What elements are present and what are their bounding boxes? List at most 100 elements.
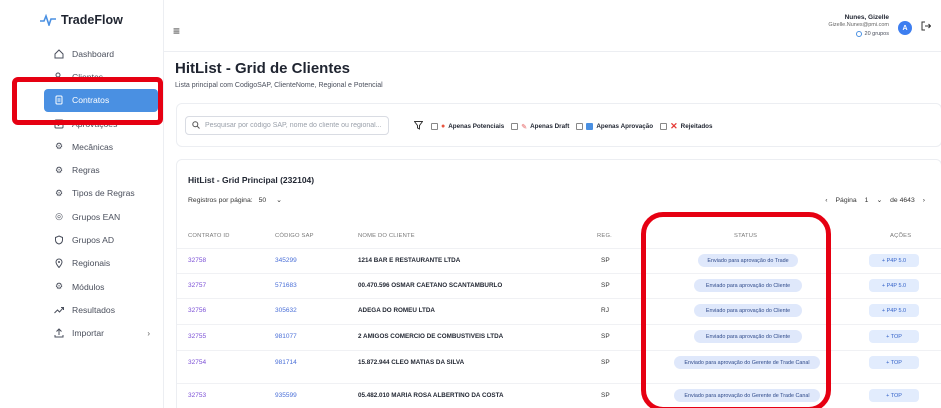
grid-title: HitList - Grid Principal (232104) bbox=[188, 175, 315, 185]
checkbox[interactable] bbox=[576, 123, 584, 130]
region: SP bbox=[601, 392, 610, 399]
contract-id-link[interactable]: 32754 bbox=[188, 359, 206, 366]
filter-apenas-potenciais[interactable]: ● Apenas Potenciais bbox=[431, 123, 504, 130]
chevron-down-icon: ⌄ bbox=[876, 197, 883, 204]
column-header[interactable]: AÇÕES bbox=[890, 233, 911, 239]
app-logo[interactable]: TradeFlow bbox=[40, 13, 123, 27]
checkbox[interactable] bbox=[431, 123, 438, 130]
sap-code-link[interactable]: 571683 bbox=[275, 282, 297, 289]
chevron-right-icon: › bbox=[147, 328, 150, 338]
sidebar-item-grupos-ad[interactable]: Grupos AD bbox=[44, 228, 158, 251]
pulse-icon bbox=[40, 14, 56, 26]
sap-code-link[interactable]: 935599 bbox=[275, 392, 297, 399]
sidebar-item-label: Resultados bbox=[72, 304, 115, 315]
sidebar: TradeFlow Dashboard Clientes Contratos A… bbox=[0, 0, 164, 408]
region: SP bbox=[601, 282, 610, 289]
search-box[interactable] bbox=[185, 116, 389, 135]
gear-icon: ⚙ bbox=[54, 187, 64, 198]
action-button[interactable]: + P4P 5.0 bbox=[869, 279, 919, 292]
checkbox[interactable] bbox=[511, 123, 519, 130]
app-name: TradeFlow bbox=[61, 13, 123, 27]
contract-id-link[interactable]: 32755 bbox=[188, 333, 206, 340]
highlight-annotation-contratos bbox=[12, 77, 163, 125]
highlight-annotation-status bbox=[641, 212, 831, 408]
sidebar-item-regionais[interactable]: Regionais bbox=[44, 252, 158, 275]
per-page-label: Registros por página: bbox=[188, 196, 253, 204]
prev-page-button[interactable]: ‹ bbox=[825, 197, 827, 204]
sidebar-item-mecanicas[interactable]: ⚙ Mecânicas bbox=[44, 135, 158, 158]
client-name: 15.872.944 CLEO MATIAS DA SILVA bbox=[358, 359, 465, 366]
client-name: 00.470.596 OSMAR CAETANO SCANTAMBURLO bbox=[358, 282, 503, 289]
client-name: 2 AMIGOS COMERCIO DE COMBUSTIVEIS LTDA bbox=[358, 333, 504, 340]
search-icon bbox=[192, 120, 200, 131]
home-icon bbox=[54, 48, 64, 59]
column-header[interactable]: CÓDIGO SAP bbox=[275, 233, 314, 239]
sap-code-link[interactable]: 345299 bbox=[275, 257, 297, 264]
sap-code-link[interactable]: 981714 bbox=[275, 359, 297, 366]
action-button[interactable]: + P4P 5.0 bbox=[869, 254, 919, 267]
action-button[interactable]: + TOP bbox=[869, 356, 919, 369]
column-header[interactable]: REG. bbox=[597, 233, 612, 239]
sidebar-item-tipos-de-regras[interactable]: ⚙ Tipos de Regras bbox=[44, 182, 158, 205]
sidebar-item-label: Tipos de Regras bbox=[72, 188, 135, 199]
sidebar-item-label: Regionais bbox=[72, 258, 111, 269]
per-page-control: Registros por página: 50 ⌄ bbox=[188, 196, 282, 205]
sidebar-item-importar[interactable]: Importar › bbox=[44, 322, 158, 345]
page-select[interactable]: 1 ⌄ bbox=[865, 196, 883, 205]
fire-icon: ● bbox=[441, 123, 446, 130]
gear-icon: ⚙ bbox=[54, 281, 64, 292]
filter-panel: ● Apenas Potenciais ✎ Apenas Draft Apena… bbox=[176, 103, 941, 147]
menu-icon[interactable]: ≡ bbox=[173, 24, 180, 38]
action-button[interactable]: + P4P 5.0 bbox=[869, 304, 919, 317]
sidebar-item-label: Grupos EAN bbox=[72, 211, 121, 222]
avatar[interactable]: A bbox=[898, 21, 912, 35]
location-icon bbox=[54, 258, 64, 269]
region: SP bbox=[601, 257, 610, 264]
action-button[interactable]: + TOP bbox=[869, 389, 919, 402]
sidebar-item-dashboard[interactable]: Dashboard bbox=[44, 42, 158, 65]
region: RJ bbox=[601, 307, 609, 314]
user-email: Gizelle.Nunes@pmi.com bbox=[828, 22, 889, 28]
filter-apenas-aprovacao[interactable]: Apenas Aprovação bbox=[576, 123, 653, 130]
sidebar-item-resultados[interactable]: Resultados bbox=[44, 298, 158, 321]
region: SP bbox=[601, 359, 610, 366]
filter-rejeitados[interactable]: ✕ Rejeitados bbox=[660, 121, 713, 132]
user-name: Nunes, Gizelle bbox=[844, 14, 889, 21]
filter-apenas-draft[interactable]: ✎ Apenas Draft bbox=[511, 123, 569, 131]
sap-code-link[interactable]: 981077 bbox=[275, 333, 297, 340]
checkbox[interactable] bbox=[660, 123, 668, 130]
client-name: 1214 BAR E RESTAURANTE LTDA bbox=[358, 257, 461, 264]
page-subtitle: Lista principal com CodigoSAP, ClienteNo… bbox=[175, 82, 383, 89]
page-label: Página bbox=[835, 196, 857, 204]
search-input[interactable] bbox=[205, 122, 385, 129]
sidebar-item-label: Mecânicas bbox=[72, 141, 114, 152]
column-header[interactable]: NOME DO CLIENTE bbox=[358, 233, 415, 239]
contract-id-link[interactable]: 32756 bbox=[188, 307, 206, 314]
user-groups-label: 20 grupos bbox=[864, 31, 889, 37]
filter-label: Apenas Aprovação bbox=[596, 123, 654, 130]
filter-icon[interactable] bbox=[413, 121, 424, 132]
region: SP bbox=[601, 333, 610, 340]
sidebar-item-regras[interactable]: ⚙ Regras bbox=[44, 158, 158, 181]
next-page-button[interactable]: › bbox=[923, 197, 925, 204]
action-button[interactable]: + TOP bbox=[869, 330, 919, 343]
sidebar-item-grupos-ean[interactable]: ◎ Grupos EAN bbox=[44, 205, 158, 228]
groups-icon bbox=[855, 31, 862, 37]
user-groups[interactable]: 20 grupos bbox=[828, 31, 889, 37]
sap-code-link[interactable]: 305632 bbox=[275, 307, 297, 314]
per-page-select[interactable]: 50 ⌄ bbox=[259, 196, 282, 205]
contract-id-link[interactable]: 32758 bbox=[188, 257, 206, 264]
gear-icon: ⚙ bbox=[54, 164, 64, 175]
approval-icon bbox=[586, 123, 594, 130]
logout-icon[interactable] bbox=[921, 21, 932, 34]
filter-label: Apenas Draft bbox=[530, 123, 570, 130]
filter-label: Apenas Potenciais bbox=[448, 123, 505, 130]
sidebar-item-modulos[interactable]: ⚙ Módulos bbox=[44, 275, 158, 298]
contract-id-link[interactable]: 32757 bbox=[188, 282, 206, 289]
sidebar-item-label: Grupos AD bbox=[72, 235, 115, 246]
page-total: de 4643 bbox=[890, 196, 915, 204]
contract-id-link[interactable]: 32753 bbox=[188, 392, 206, 399]
trend-icon bbox=[54, 305, 64, 315]
column-header[interactable]: CONTRATO ID bbox=[188, 233, 230, 239]
filter-options: ● Apenas Potenciais ✎ Apenas Draft Apena… bbox=[413, 121, 713, 132]
